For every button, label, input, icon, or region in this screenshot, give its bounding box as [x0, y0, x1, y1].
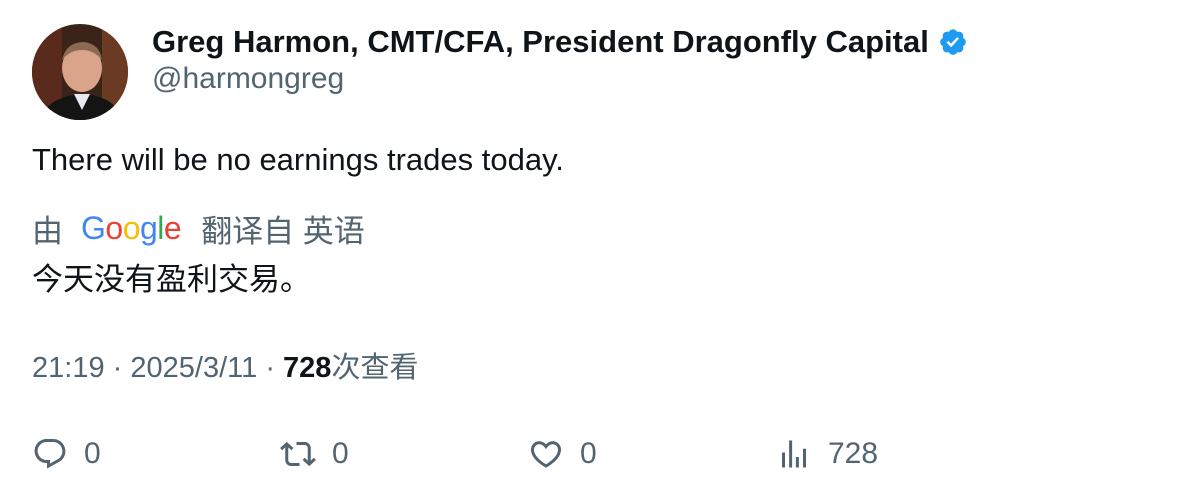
translation-attribution: 由 Google 翻译自 英语 [32, 206, 365, 250]
tweet-time[interactable]: 21:19 [32, 352, 105, 384]
views-label: 次查看 [331, 352, 419, 384]
retweet-button[interactable]: 0 [280, 430, 349, 478]
reply-icon [32, 436, 68, 472]
action-bar: 0 0 0 728 [32, 430, 1172, 478]
views-count: 728 [283, 352, 332, 384]
heart-icon [528, 436, 564, 472]
like-button[interactable]: 0 [528, 430, 597, 478]
author-handle[interactable]: @harmongreg [152, 62, 344, 96]
author-name-row: Greg Harmon, CMT/CFA, President Dragonfl… [152, 22, 968, 62]
google-logo: Google [81, 209, 182, 246]
translation-from-label[interactable]: 翻译自 英语 [201, 206, 365, 251]
avatar[interactable] [32, 24, 128, 120]
reply-count: 0 [84, 437, 101, 470]
meta-separator: · [112, 352, 123, 384]
translated-text: 今天没有盈利交易。 [32, 262, 311, 297]
retweet-count: 0 [332, 437, 349, 470]
reply-button[interactable]: 0 [32, 430, 101, 478]
views-button[interactable]: 728 [776, 430, 878, 478]
like-count: 0 [580, 437, 597, 470]
author-display-name[interactable]: Greg Harmon, CMT/CFA, President Dragonfl… [152, 24, 929, 60]
translation-by-label: 由 [32, 213, 63, 249]
views-action-count: 728 [828, 437, 879, 470]
avatar-image [32, 24, 128, 120]
tweet-text: There will be no earnings trades today. [32, 142, 564, 177]
meta-separator: · [265, 352, 275, 384]
retweet-icon [280, 436, 316, 472]
tweet-date[interactable]: 2025/3/11 [130, 352, 257, 384]
analytics-icon [776, 436, 812, 472]
tweet-card: Greg Harmon, CMT/CFA, President Dragonfl… [0, 0, 1196, 498]
tweet-meta: 21:19 · 2025/3/11 · 728次查看 [32, 344, 418, 386]
verified-badge-icon[interactable] [938, 27, 968, 57]
